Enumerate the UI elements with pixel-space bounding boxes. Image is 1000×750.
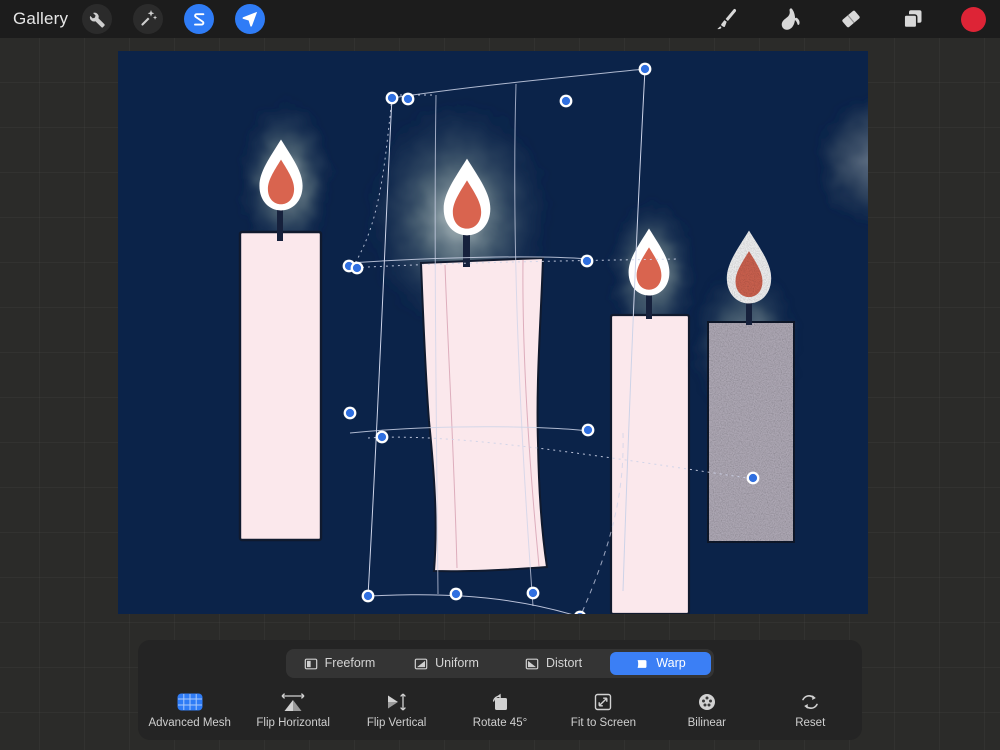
freeform-icon [304,657,318,671]
top-toolbar: Gallery [0,0,1000,38]
warp-icon [635,657,649,671]
flip-vertical-icon [383,692,411,712]
warp-handle-core[interactable] [388,94,396,102]
warp-handle-core[interactable] [584,426,592,434]
warp-handle-core[interactable] [353,264,361,272]
right-tool-group [683,0,986,38]
layers-icon[interactable] [895,1,931,37]
warp-handle-core[interactable] [641,65,649,73]
transform-arrow-icon[interactable] [235,4,265,34]
action-rotate-45[interactable]: Rotate 45° [448,692,551,730]
mesh-grid-icon [177,692,203,712]
action-reset-label: Reset [795,718,825,730]
canvas-artwork [118,51,868,614]
color-swatch[interactable] [961,7,986,32]
fit-to-screen-icon [593,692,613,712]
transform-mode-distort-label: Distort [546,657,582,670]
action-flip-horizontal-label: Flip Horizontal [256,718,330,730]
candle-2-warped [362,96,554,571]
transform-options-panel: Freeform Uniform Distort [138,640,862,740]
wrench-icon[interactable] [82,4,112,34]
flip-horizontal-icon [279,692,307,712]
warp-handle-core[interactable] [378,433,386,441]
reset-icon [799,692,821,712]
distort-icon [525,657,539,671]
warp-handle-core[interactable] [749,474,757,482]
rotate-45-icon [488,692,512,712]
transform-mode-uniform[interactable]: Uniform [396,652,497,675]
candle-4-textured [690,93,868,542]
candle-1 [236,97,336,540]
action-fit-to-screen-label: Fit to Screen [571,718,636,730]
uniform-icon [414,657,428,671]
transform-mode-distort[interactable]: Distort [503,652,604,675]
selection-s-icon[interactable] [184,4,214,34]
transform-mode-freeform-label: Freeform [325,657,376,670]
warp-handle-core[interactable] [452,590,460,598]
warp-handle-core[interactable] [346,409,354,417]
action-fit-to-screen[interactable]: Fit to Screen [552,692,655,730]
bilinear-icon [697,692,717,712]
transform-actions-row: Advanced Mesh Flip Horizontal [138,692,862,740]
transform-mode-warp[interactable]: Warp [610,652,711,675]
transform-mode-freeform[interactable]: Freeform [289,652,390,675]
action-flip-horizontal[interactable]: Flip Horizontal [241,692,344,730]
magic-wand-icon[interactable] [133,4,163,34]
action-advanced-mesh-label: Advanced Mesh [148,718,230,730]
action-advanced-mesh[interactable]: Advanced Mesh [138,692,241,730]
gallery-button[interactable]: Gallery [13,9,68,29]
warp-handle-core[interactable] [562,97,570,105]
warp-handle-core[interactable] [529,589,537,597]
action-reset[interactable]: Reset [759,692,862,730]
smudge-icon[interactable] [771,1,807,37]
drawing-canvas[interactable] [118,51,868,614]
procreate-app-window: Gallery [0,0,1000,750]
transform-mode-warp-label: Warp [656,657,685,670]
warp-handle-core[interactable] [583,257,591,265]
action-bilinear-label: Bilinear [688,718,726,730]
left-tool-group [82,4,286,34]
paintbrush-icon[interactable] [709,1,745,37]
transform-mode-segmented-control[interactable]: Freeform Uniform Distort [286,649,714,678]
action-flip-vertical-label: Flip Vertical [367,718,426,730]
warp-handle-core[interactable] [364,592,372,600]
action-flip-vertical[interactable]: Flip Vertical [345,692,448,730]
transform-mode-uniform-label: Uniform [435,657,479,670]
action-rotate-45-label: Rotate 45° [473,718,527,730]
action-bilinear[interactable]: Bilinear [655,692,758,730]
warp-handle-core[interactable] [404,95,412,103]
eraser-icon[interactable] [833,1,869,37]
